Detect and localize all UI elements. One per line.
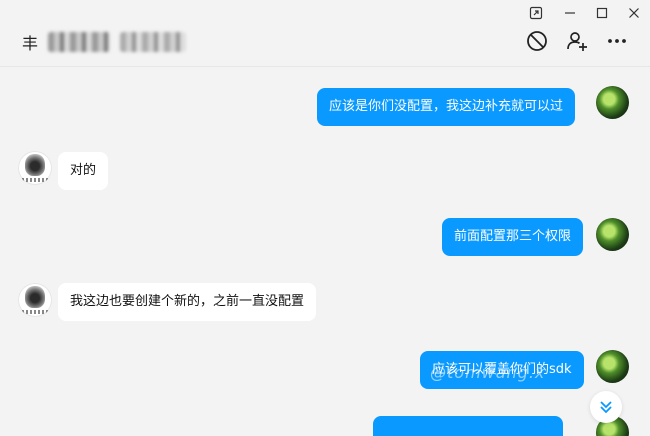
message-bubble[interactable]: 我这边也要创建个新的，之前一直没配置	[58, 283, 317, 321]
add-user-icon[interactable]	[565, 29, 589, 53]
avatar-caption	[22, 310, 48, 314]
watermark: @tomwang.x	[430, 363, 546, 382]
message-bubble[interactable]: 对的	[58, 152, 109, 190]
my-avatar[interactable]	[596, 86, 629, 119]
contact-name-lead: 丰	[22, 34, 39, 53]
blurred-name-part	[120, 32, 187, 52]
blurred-name-part	[48, 32, 111, 52]
message-bubble[interactable]: 前面配置那三个权限	[442, 218, 584, 256]
scroll-to-bottom-button[interactable]	[590, 391, 622, 423]
contact-avatar[interactable]	[18, 283, 52, 317]
message-list[interactable]: 应该是你们没配置，我这边补充就可以过 对的 前面配置那三个权限 我这边也要创建个…	[0, 67, 650, 436]
more-icon[interactable]	[605, 29, 629, 53]
double-chevron-down-icon	[600, 401, 612, 414]
avatar-face	[25, 154, 45, 176]
minimize-icon[interactable]	[556, 4, 584, 22]
maximize-icon[interactable]	[588, 4, 616, 22]
avatar-face	[25, 286, 45, 308]
my-avatar[interactable]	[596, 350, 629, 383]
block-icon[interactable]	[525, 29, 549, 53]
message-bubble[interactable]	[373, 416, 563, 436]
contact-avatar[interactable]	[18, 151, 52, 185]
pin-window-icon[interactable]	[522, 4, 550, 22]
close-icon[interactable]	[620, 4, 648, 22]
my-avatar[interactable]	[596, 218, 629, 251]
message-bubble[interactable]: 应该是你们没配置，我这边补充就可以过	[317, 88, 576, 126]
contact-name[interactable]: 丰	[22, 30, 187, 54]
chat-header: 丰	[0, 0, 650, 67]
avatar-caption	[22, 178, 48, 182]
